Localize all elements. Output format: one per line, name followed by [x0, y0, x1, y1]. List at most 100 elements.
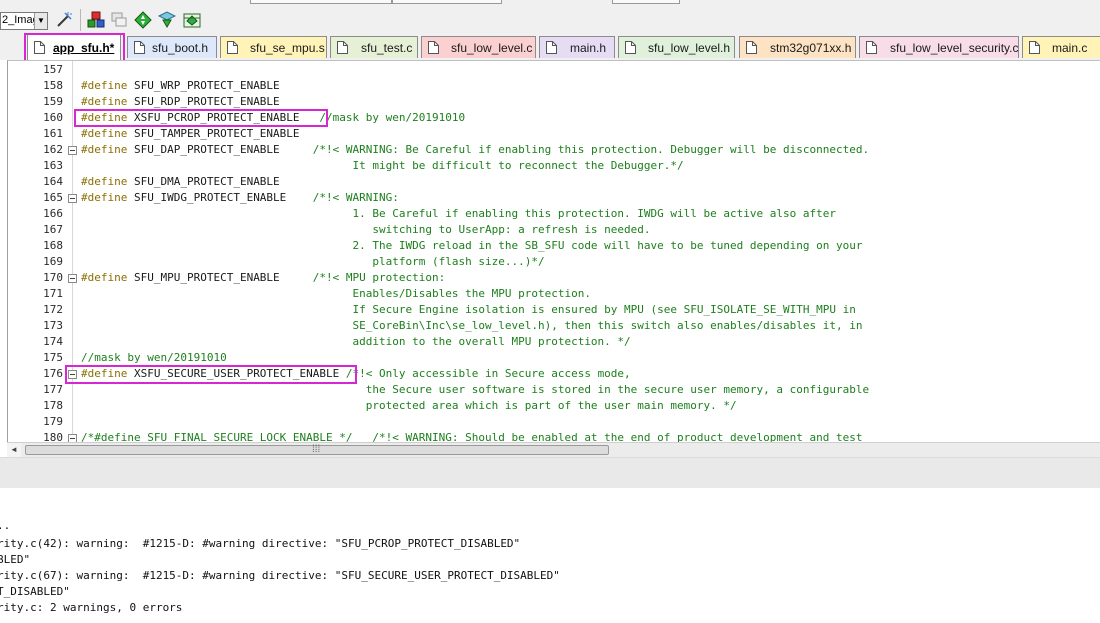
editor-tab-bar: app_sfu.h* sfu_boot.h sfu_se_mpu.s sfu_t… [0, 34, 1100, 60]
fold-collapse-icon[interactable] [68, 370, 77, 379]
code-text: #define SFU_DMA_PROTECT_ENABLE [81, 174, 280, 190]
tab-main-c[interactable]: main.c [1022, 36, 1100, 58]
code-text: Enables/Disables the MPU protection. [81, 286, 591, 302]
tab-sfu-boot-h[interactable]: sfu_boot.h [127, 36, 217, 58]
code-line[interactable]: 179 [8, 414, 1100, 430]
fold-collapse-icon[interactable] [68, 194, 77, 203]
line-number: 157 [43, 63, 63, 76]
code-line[interactable]: 177 the Secure user software is stored i… [8, 382, 1100, 398]
code-comment: It might be difficult to reconnect the D… [81, 159, 684, 172]
configure-button[interactable] [157, 10, 177, 30]
tab-main-h[interactable]: main.h [539, 36, 615, 58]
code-identifier: SFU_IWDG_PROTECT_ENABLE [127, 191, 313, 204]
select-packs-button[interactable] [109, 10, 129, 30]
code-line[interactable]: 160 #define XSFU_PCROP_PROTECT_ENABLE //m… [8, 110, 1100, 126]
code-line[interactable]: 168 2. The IWDG reload in the SB_SFU cod… [8, 238, 1100, 254]
options-for-target-button[interactable] [54, 10, 74, 30]
batch-setup-button[interactable] [182, 10, 202, 30]
tab-label: main.h [570, 41, 607, 55]
code-line[interactable]: 157 [8, 62, 1100, 78]
tab-sfu-low-level-security-c[interactable]: sfu_low_level_security.c [859, 36, 1019, 58]
tab-label: sfu_se_mpu.s [250, 41, 325, 55]
code-line[interactable]: 172 If Secure Engine isolation is ensure… [8, 302, 1100, 318]
chevron-down-icon[interactable]: ▼ [34, 13, 47, 29]
components-icon [87, 11, 105, 28]
keyword-define: #define [81, 95, 128, 108]
fold-collapse-icon[interactable] [68, 146, 77, 155]
code-line[interactable]: 170 #define SFU_MPU_PROTECT_ENABLE /*!< M… [8, 270, 1100, 286]
code-text: #define XSFU_PCROP_PROTECT_ENABLE //mask… [81, 110, 465, 126]
code-line[interactable]: 159 #define SFU_RDP_PROTECT_ENABLE [8, 94, 1100, 110]
top-strip [250, 0, 680, 4]
code-line[interactable]: 162 #define SFU_DAP_PROTECT_ENABLE /*!< W… [8, 142, 1100, 158]
code-line[interactable]: 158 #define SFU_WRP_PROTECT_ENABLE [8, 78, 1100, 94]
tab-app-sfu-h[interactable]: app_sfu.h* [27, 34, 121, 60]
keyword-define: #define [81, 127, 128, 140]
code-editor[interactable]: 157 158 #define SFU_WRP_PROTECT_ENABLE 159 #… [7, 60, 1100, 443]
line-number: 166 [43, 207, 63, 220]
code-line[interactable]: 161 #define SFU_TAMPER_PROTECT_ENABLE [8, 126, 1100, 142]
code-identifier: SFU_DMA_PROTECT_ENABLE [127, 175, 280, 188]
target-select[interactable]: 2_Imag ▼ [0, 12, 48, 30]
code-text: #define SFU_WRP_PROTECT_ENABLE [81, 78, 280, 94]
scrollbar-thumb[interactable]: ⁞⁞⁞ [25, 445, 609, 455]
manage-components-button[interactable] [86, 10, 106, 30]
tab-sfu-low-level-h[interactable]: sfu_low_level.h [618, 36, 735, 58]
line-number: 168 [43, 239, 63, 252]
code-comment: 1. Be Careful if enabling this protectio… [81, 207, 836, 220]
code-text: #define XSFU_SECURE_USER_PROTECT_ENABLE … [81, 366, 631, 382]
file-icon [34, 41, 45, 54]
line-number: 175 [43, 351, 63, 364]
diamond-arrows-icon [134, 11, 152, 29]
build-output-panel: .. rity.c(42): warning: #1215-D: #warning… [0, 488, 1100, 623]
top-field[interactable] [612, 0, 680, 4]
build-output-line: BLED" [0, 553, 31, 566]
line-number: 173 [43, 319, 63, 332]
horizontal-scrollbar[interactable]: ◄ ⁞⁞⁞ [7, 442, 1100, 457]
line-number: 172 [43, 303, 63, 316]
code-line[interactable]: 165 #define SFU_IWDG_PROTECT_ENABLE /*!< … [8, 190, 1100, 206]
tab-sfu-test-c[interactable]: sfu_test.c [330, 36, 418, 58]
build-output-line: rity.c(67): warning: #1215-D: #warning d… [0, 569, 560, 582]
code-line[interactable]: 164 #define SFU_DMA_PROTECT_ENABLE [8, 174, 1100, 190]
scroll-left-icon[interactable]: ◄ [7, 443, 21, 457]
panel-splitter[interactable] [0, 457, 1100, 489]
code-identifier: SFU_MPU_PROTECT_ENABLE [127, 271, 313, 284]
code-line[interactable]: 176 #define XSFU_SECURE_USER_PROTECT_ENAB… [8, 366, 1100, 382]
tab-label: app_sfu.h* [53, 41, 115, 55]
code-line[interactable]: 175 //mask by wen/20191010 [8, 350, 1100, 366]
code-line[interactable]: 163 It might be difficult to reconnect t… [8, 158, 1100, 174]
code-line[interactable]: 166 1. Be Careful if enabling this prote… [8, 206, 1100, 222]
code-line[interactable]: 173 SE_CoreBin\Inc\se_low_level.h), then… [8, 318, 1100, 334]
tab-stm32g071xx-h[interactable]: stm32g071xx.h [739, 36, 856, 58]
code-comment: //mask by wen/20191010 [81, 351, 227, 364]
code-comment: /*!< Only accessible in Secure access mo… [345, 367, 631, 380]
code-line[interactable]: 167 switching to UserApp: a refresh is n… [8, 222, 1100, 238]
tab-sfu-se-mpu-s[interactable]: sfu_se_mpu.s [220, 36, 327, 58]
keyword-define: #define [81, 111, 128, 124]
code-text: 2. The IWDG reload in the SB_SFU code wi… [81, 238, 863, 254]
top-field[interactable] [250, 0, 392, 4]
code-comment: Enables/Disables the MPU protection. [81, 287, 591, 300]
line-number: 163 [43, 159, 63, 172]
code-text: #define SFU_RDP_PROTECT_ENABLE [81, 94, 280, 110]
line-number: 164 [43, 175, 63, 188]
line-number: 161 [43, 127, 63, 140]
keyword-define: #define [81, 175, 128, 188]
code-comment: If Secure Engine isolation is ensured by… [81, 303, 856, 316]
code-comment: /*!< MPU protection: [312, 271, 446, 284]
grid-check-icon [183, 13, 201, 28]
pack-installer-button[interactable] [133, 10, 153, 30]
code-line[interactable]: 169 platform (flash size...)*/ [8, 254, 1100, 270]
code-line[interactable]: 178 protected area which is part of the … [8, 398, 1100, 414]
tab-sfu-low-level-c[interactable]: sfu_low_level.c [421, 36, 536, 58]
code-identifier: SFU_RDP_PROTECT_ENABLE [127, 95, 280, 108]
code-line[interactable]: 174 addition to the overall MPU protecti… [8, 334, 1100, 350]
top-field[interactable] [392, 0, 502, 4]
code-text: It might be difficult to reconnect the D… [81, 158, 684, 174]
file-icon [134, 41, 145, 54]
code-line[interactable]: 171 Enables/Disables the MPU protection. [8, 286, 1100, 302]
line-number: 170 [43, 271, 63, 284]
file-icon [546, 41, 557, 54]
fold-collapse-icon[interactable] [68, 274, 77, 283]
